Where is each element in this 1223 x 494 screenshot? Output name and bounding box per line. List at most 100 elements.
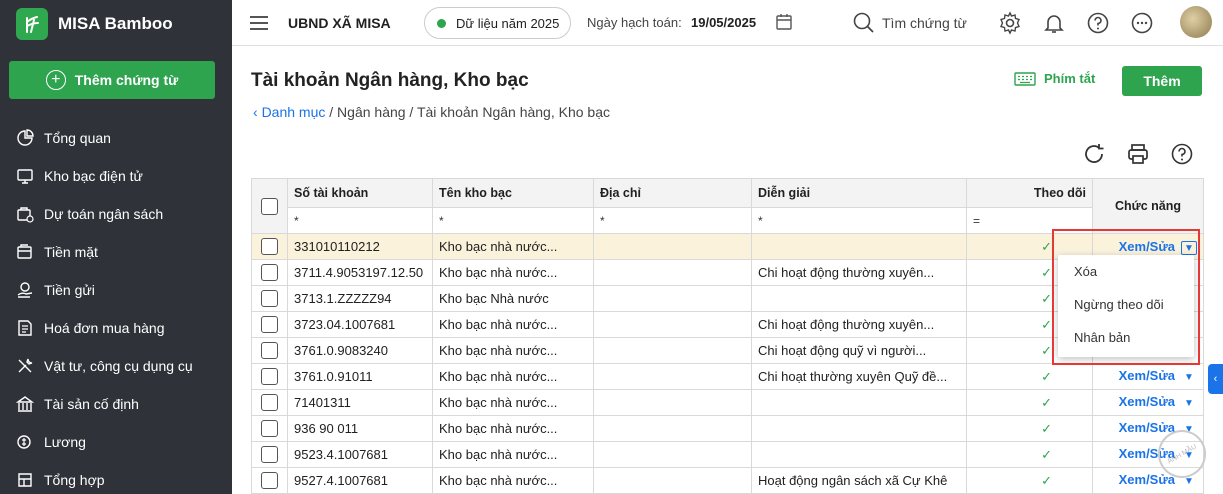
side-panel-toggle[interactable]: ‹ xyxy=(1208,364,1223,394)
bell-icon[interactable] xyxy=(1042,11,1066,35)
add-button[interactable]: Thêm xyxy=(1122,66,1202,96)
row-checkbox[interactable] xyxy=(261,290,278,308)
cell-treasury-name: Kho bạc nhà nước... xyxy=(432,389,594,416)
posting-date-label: Ngày hạch toán: xyxy=(587,15,682,30)
cell-treasury-name: Kho bạc nhà nước... xyxy=(432,441,594,468)
table-row[interactable]: 9527.4.1007681 Kho bạc nhà nước... Hoạt … xyxy=(251,467,1204,494)
row-checkbox[interactable] xyxy=(261,420,278,438)
gear-icon[interactable] xyxy=(998,11,1022,35)
cell-treasury-name: Kho bạc nhà nước... xyxy=(432,259,594,286)
sidebar-item-tools[interactable]: Vật tư, công cụ dụng cụ xyxy=(0,347,232,385)
invoice-icon xyxy=(18,320,32,336)
data-year-selector[interactable]: Dữ liệu năm 2025 xyxy=(424,7,571,39)
calendar-icon[interactable] xyxy=(775,13,793,31)
sidebar-item-overview[interactable]: Tổng quan xyxy=(0,119,232,157)
column-header-tracking[interactable]: Theo dõi xyxy=(966,178,1093,208)
cell-address xyxy=(593,467,752,494)
deposit-icon xyxy=(17,282,33,298)
cell-description: Chi hoạt thường xuyên Quỹ đề... xyxy=(751,363,967,390)
cell-treasury-name: Kho bạc nhà nước... xyxy=(432,415,594,442)
organization-name[interactable]: UBND XÃ MISA xyxy=(288,15,391,31)
tracking-check-icon: ✓ xyxy=(966,415,1093,442)
sidebar-item-budget[interactable]: Dự toán ngân sách xyxy=(0,195,232,233)
view-edit-link[interactable]: Xem/Sửa xyxy=(1119,420,1175,435)
row-checkbox[interactable] xyxy=(261,342,278,360)
sidebar-item-e-treasury[interactable]: Kho bạc điện tử xyxy=(0,157,232,195)
table-row[interactable]: 936 90 011 Kho bạc nhà nước... ✓ Xem/Sửa… xyxy=(251,415,1204,442)
menu-toggle-icon[interactable] xyxy=(250,16,268,30)
pie-chart-icon xyxy=(17,129,34,146)
cell-account: 936 90 011 xyxy=(287,415,433,442)
table-row[interactable]: 3761.0.91011 Kho bạc nhà nước... Chi hoạ… xyxy=(251,363,1204,390)
tracking-check-icon: ✓ xyxy=(966,363,1093,390)
view-edit-link[interactable]: Xem/Sửa xyxy=(1119,472,1175,487)
app-name: MISA Bamboo xyxy=(58,14,173,33)
cell-treasury-name: Kho bạc nhà nước... xyxy=(432,363,594,390)
salary-icon xyxy=(17,435,31,449)
cell-description xyxy=(751,389,967,416)
row-checkbox[interactable] xyxy=(261,446,278,464)
status-dot-icon xyxy=(437,18,446,28)
chevron-down-icon[interactable]: ▼ xyxy=(1181,371,1197,385)
voucher-search[interactable]: Tìm chứng từ xyxy=(852,11,967,35)
filter-description[interactable]: * xyxy=(751,207,967,234)
search-label: Tìm chứng từ xyxy=(882,15,967,31)
cell-account: 9527.4.1007681 xyxy=(287,467,433,494)
sidebar-item-salary[interactable]: Lương xyxy=(0,423,232,461)
cell-description: Hoạt động ngân sách xã Cự Khê xyxy=(751,467,967,494)
cell-account: 3711.4.9053197.12.50 xyxy=(287,259,433,286)
view-edit-link[interactable]: Xem/Sửa xyxy=(1119,368,1175,383)
column-header-description[interactable]: Diễn giải xyxy=(751,178,967,208)
filter-treasury-name[interactable]: * xyxy=(432,207,594,234)
cell-treasury-name: Kho bạc nhà nước... xyxy=(432,233,594,260)
refresh-icon[interactable] xyxy=(1082,142,1106,166)
view-edit-link[interactable]: Xem/Sửa xyxy=(1119,394,1175,409)
row-checkbox[interactable] xyxy=(261,472,278,490)
posting-date-value[interactable]: 19/05/2025 xyxy=(691,15,756,30)
monitor-icon xyxy=(17,169,33,184)
row-checkbox[interactable] xyxy=(261,394,278,412)
cell-description: Chi hoạt động thường xuyên... xyxy=(751,311,967,338)
row-checkbox[interactable] xyxy=(261,316,278,334)
column-header-address[interactable]: Địa chỉ xyxy=(593,178,752,208)
more-options-icon[interactable] xyxy=(1130,11,1154,35)
cell-account: 71401311 xyxy=(287,389,433,416)
row-checkbox[interactable] xyxy=(261,238,278,256)
filter-account[interactable]: * xyxy=(287,207,433,234)
filter-op: = xyxy=(973,214,981,228)
filter-address[interactable]: * xyxy=(593,207,752,234)
sidebar-item-label: Lương xyxy=(44,434,86,450)
column-header-treasury-name[interactable]: Tên kho bạc xyxy=(432,178,594,208)
user-avatar[interactable] xyxy=(1180,6,1212,38)
help-icon[interactable] xyxy=(1170,142,1194,166)
table-row[interactable]: 9523.4.1007681 Kho bạc nhà nước... ✓ Xem… xyxy=(251,441,1204,468)
sidebar-item-fixed-assets[interactable]: Tài sản cố định xyxy=(0,385,232,423)
add-voucher-button[interactable]: + Thêm chứng từ xyxy=(9,61,215,99)
summary-icon xyxy=(18,473,32,487)
app-logo[interactable]: MISA Bamboo xyxy=(16,8,173,40)
cell-description: Chi hoạt động thường xuyên... xyxy=(751,259,967,286)
cell-treasury-name: Kho bạc nhà nước... xyxy=(432,311,594,338)
chevron-down-icon[interactable]: ▼ xyxy=(1181,397,1197,411)
select-all-checkbox[interactable] xyxy=(261,197,278,215)
plus-circle-icon: + xyxy=(45,70,66,90)
shortcut-button[interactable]: Phím tắt xyxy=(1014,71,1095,86)
cell-account: 9523.4.1007681 xyxy=(287,441,433,468)
top-header: UBND XÃ MISA Dữ liệu năm 2025 Ngày hạch … xyxy=(232,0,1223,46)
row-checkbox[interactable] xyxy=(261,368,278,386)
sidebar-item-deposit[interactable]: Tiền gửi xyxy=(0,271,232,309)
sidebar-item-label: Tài sản cố định xyxy=(44,396,139,412)
sidebar-item-label: Tiền mặt xyxy=(44,244,98,260)
column-header-account[interactable]: Số tài khoản xyxy=(287,178,433,208)
sidebar-item-cash[interactable]: Tiền mặt xyxy=(0,233,232,271)
cell-description xyxy=(751,415,967,442)
help-icon[interactable] xyxy=(1086,11,1110,35)
sidebar-item-label: Tiền gửi xyxy=(44,282,95,298)
sidebar-item-invoice[interactable]: Hoá đơn mua hàng xyxy=(0,309,232,347)
table-row[interactable]: 71401311 Kho bạc nhà nước... ✓ Xem/Sửa ▼ xyxy=(251,389,1204,416)
row-checkbox[interactable] xyxy=(261,264,278,282)
breadcrumb-back-link[interactable]: ‹ Danh mục xyxy=(253,104,325,120)
printer-icon[interactable] xyxy=(1126,142,1150,166)
row-actions: Xem/Sửa ▼ xyxy=(1092,363,1204,390)
sidebar-item-summary[interactable]: Tổng hợp xyxy=(0,461,232,494)
